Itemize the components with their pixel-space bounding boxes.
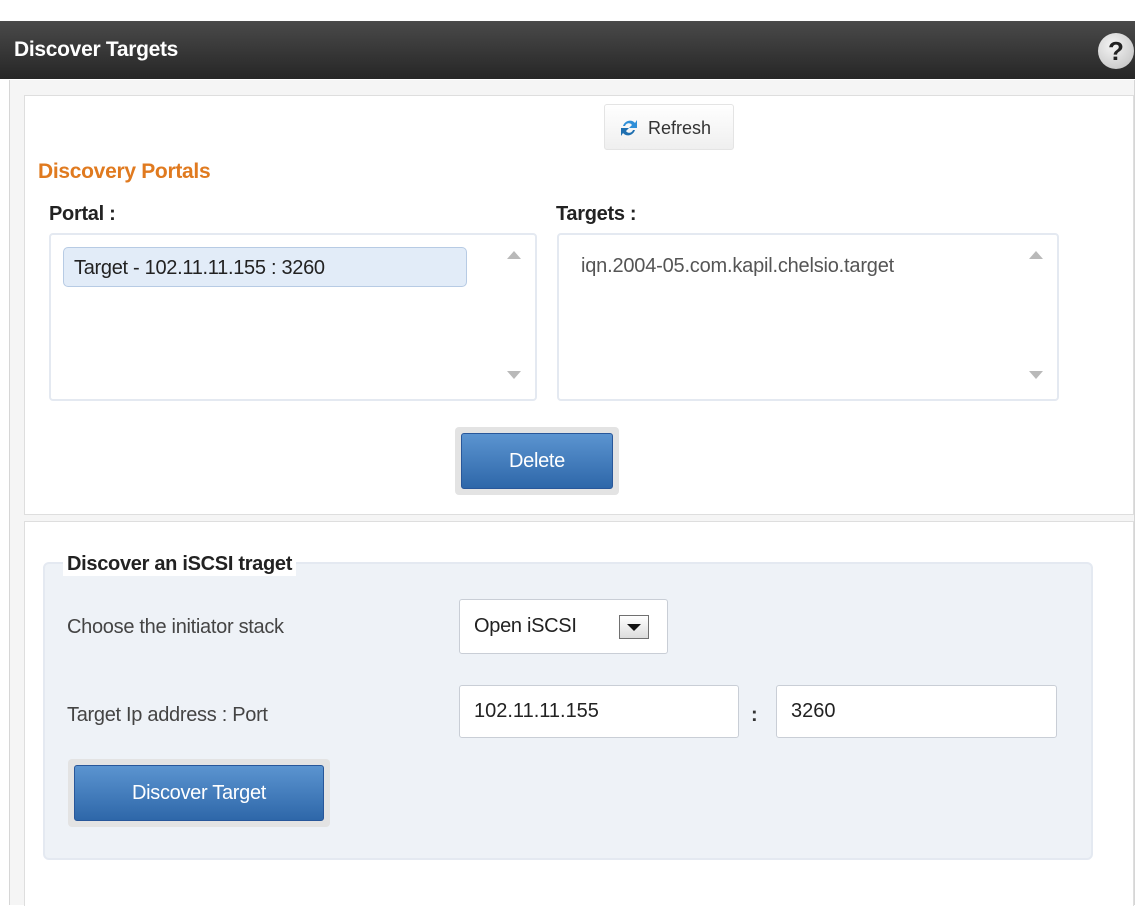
scroll-down-icon[interactable] [507, 371, 521, 379]
port-input[interactable] [776, 685, 1057, 738]
delete-button[interactable]: Delete [461, 433, 613, 489]
delete-button-frame: Delete [455, 427, 619, 495]
help-icon[interactable]: ? [1098, 33, 1134, 69]
discover-target-button[interactable]: Discover Target [74, 765, 324, 821]
portal-list[interactable]: Target - 102.11.11.155 : 3260 [49, 233, 537, 401]
port-separator: : [751, 704, 758, 726]
address-label: Target Ip address : Port [67, 704, 268, 726]
initiator-stack-select[interactable]: Open iSCSI [459, 599, 668, 654]
discover-button-frame: Discover Target [68, 759, 330, 827]
portal-label: Portal : [49, 203, 116, 225]
refresh-label: Refresh [648, 118, 712, 138]
select-value: Open iSCSI [474, 615, 577, 637]
refresh-icon [621, 120, 637, 136]
refresh-button[interactable]: Refresh [604, 104, 734, 150]
scroll-down-icon[interactable] [1029, 371, 1043, 379]
scroll-up-icon[interactable] [507, 251, 521, 259]
title-bar: Discover Targets ? [0, 21, 1135, 79]
ip-address-input[interactable] [459, 685, 739, 738]
fieldset-legend: Discover an iSCSI traget [63, 553, 297, 576]
scroll-up-icon[interactable] [1029, 251, 1043, 259]
targets-label: Targets : [556, 203, 637, 225]
stack-label: Choose the initiator stack [67, 616, 284, 638]
target-list-item[interactable]: iqn.2004-05.com.kapil.chelsio.target [581, 255, 894, 278]
targets-list-scrollbar[interactable] [1023, 235, 1051, 399]
portal-list-scrollbar[interactable] [501, 235, 529, 399]
targets-list[interactable]: iqn.2004-05.com.kapil.chelsio.target [557, 233, 1059, 401]
section-heading: Discovery Portals [38, 160, 211, 183]
chevron-down-icon[interactable] [619, 615, 649, 639]
window-title: Discover Targets [14, 38, 179, 61]
portal-list-item[interactable]: Target - 102.11.11.155 : 3260 [63, 247, 467, 287]
